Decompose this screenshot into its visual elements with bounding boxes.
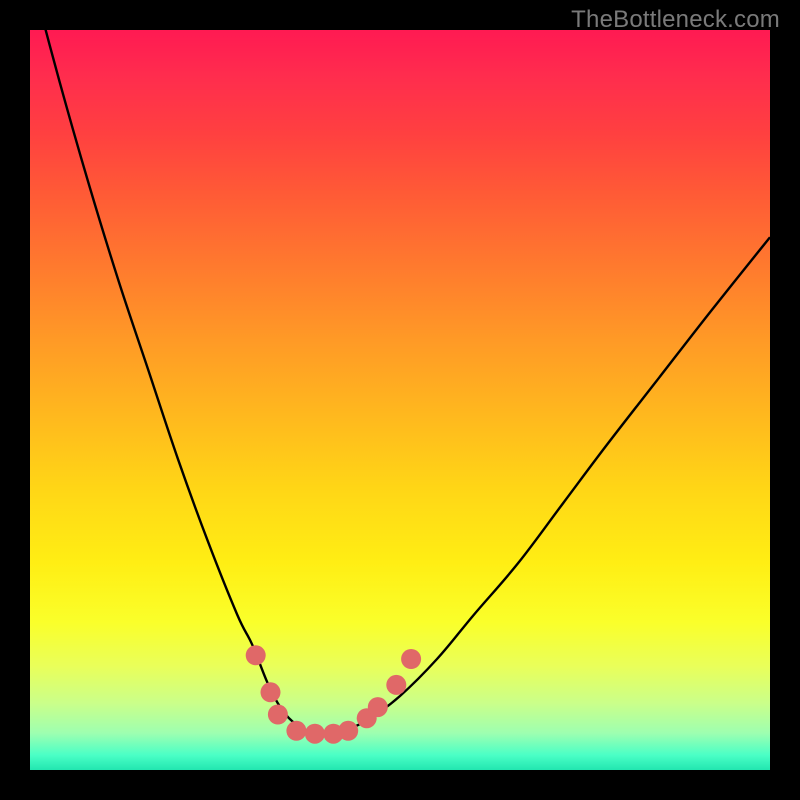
curve-marker-dot — [268, 705, 288, 725]
curve-marker-dot — [386, 675, 406, 695]
plot-area — [30, 30, 770, 770]
curve-marker-dot — [368, 697, 388, 717]
curve-markers — [246, 645, 421, 743]
curve-marker-dot — [338, 721, 358, 741]
curve-svg — [30, 30, 770, 770]
curve-marker-dot — [305, 724, 325, 744]
curve-marker-dot — [286, 721, 306, 741]
curve-marker-dot — [261, 682, 281, 702]
curve-marker-dot — [246, 645, 266, 665]
bottleneck-curve — [30, 0, 770, 734]
curve-marker-dot — [401, 649, 421, 669]
chart-frame: TheBottleneck.com — [0, 0, 800, 800]
